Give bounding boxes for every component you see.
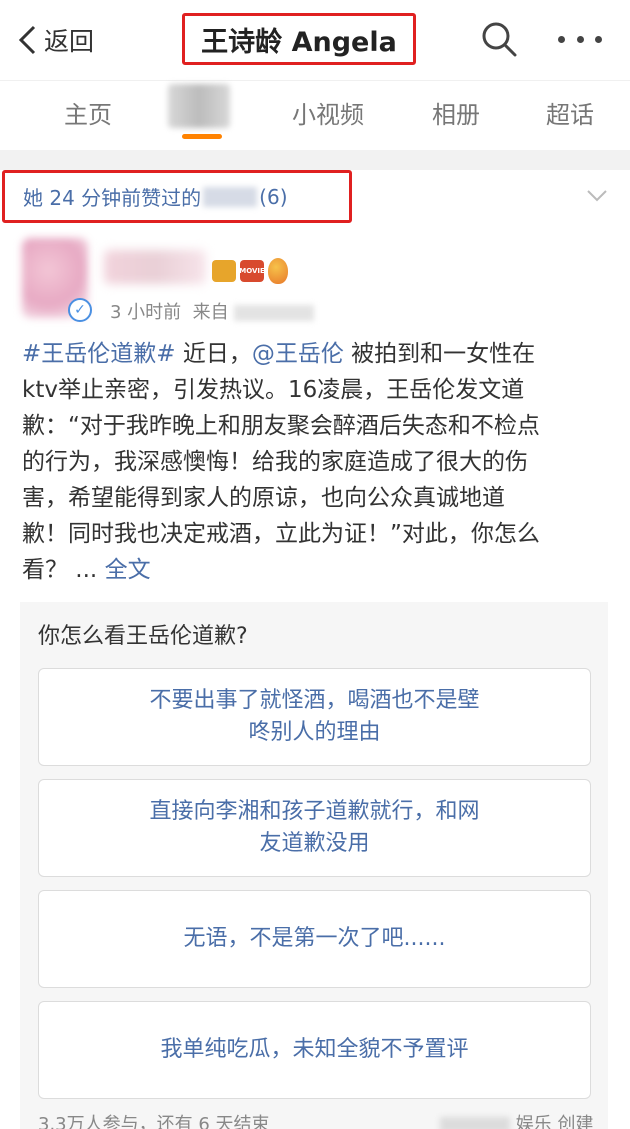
post-body: #王岳伦道歉# 近日，@王岳伦 被拍到和一女性在 ktv举止亲密，引发热议。16… bbox=[22, 336, 612, 588]
poll-option-text: 不要出事了就怪酒，喝酒也不是壁 bbox=[149, 688, 480, 713]
poll-option-2[interactable]: 直接向李湘和孩子道歉就行，和网 友道歉没用 bbox=[38, 779, 591, 877]
tab-home[interactable]: 主页 bbox=[64, 95, 112, 130]
section-divider bbox=[0, 150, 630, 170]
author-name-blurred[interactable] bbox=[104, 250, 206, 284]
full-text-link[interactable]: 全文 bbox=[105, 557, 151, 583]
post-text: 看？ ... bbox=[22, 557, 98, 583]
mention-link[interactable]: @王岳伦 bbox=[252, 341, 344, 367]
blurred-creator bbox=[440, 1117, 510, 1129]
liked-count: (6) bbox=[259, 184, 288, 209]
poll-option-text: 无语，不是第一次了吧...... bbox=[183, 926, 446, 951]
page-title: 王诗龄 Angela bbox=[201, 26, 397, 58]
page-title-box: 王诗龄 Angela bbox=[182, 13, 416, 65]
tab-short-video[interactable]: 小视频 bbox=[292, 95, 364, 130]
back-button[interactable]: 返回 bbox=[16, 20, 94, 60]
post-line: 害，希望能得到家人的原谅，也向公众真诚地道 bbox=[22, 485, 505, 511]
post-line: ktv举止亲密，引发热议。16凌晨，王岳伦发文道 bbox=[22, 377, 525, 403]
profile-tabs: 主页 小视频 相册 超话 bbox=[0, 80, 630, 144]
post-text: 被拍到和一女性在 bbox=[351, 341, 536, 367]
top-bar: 返回 王诗龄 Angela bbox=[0, 0, 630, 80]
blurred-source bbox=[234, 305, 315, 321]
back-label: 返回 bbox=[44, 27, 95, 56]
chevron-down-icon[interactable] bbox=[586, 188, 608, 204]
tab-weibo-blurred[interactable] bbox=[168, 84, 230, 128]
post-meta: 3 小时前 来自 bbox=[110, 298, 315, 324]
user-badges: MOVIE bbox=[212, 258, 288, 284]
post-line: #王岳伦道歉# 近日，@王岳伦 被拍到和一女性在 bbox=[22, 336, 612, 372]
post-source-prefix: 来自 bbox=[192, 302, 229, 323]
post-line: 看？ ... 全文 bbox=[22, 552, 612, 588]
post-line: 的行为，我深感懊悔！给我的家庭造成了很大的伤 bbox=[22, 449, 528, 475]
poll-option-text: 我单纯吃瓜，未知全貌不予置评 bbox=[160, 1037, 469, 1062]
blurred-content bbox=[203, 186, 258, 207]
poll-creator: 娱乐 创建 bbox=[440, 1110, 593, 1129]
post-line: 歉！同时我也决定戒酒，立此为证！”对此，你怎么 bbox=[22, 521, 540, 547]
poll-option-text: 咚别人的理由 bbox=[248, 720, 381, 745]
poll-question: 你怎么看王岳伦道歉? bbox=[38, 624, 248, 649]
post-line: 歉：“对于我昨晚上和朋友聚会醉酒后失态和不检点 bbox=[22, 413, 540, 439]
crown-badge-icon bbox=[212, 260, 236, 282]
poll-option-text: 友道歉没用 bbox=[259, 831, 370, 856]
liked-highlight-box: 她 24 分钟前赞过的 (6) bbox=[2, 170, 352, 223]
movie-badge-icon: MOVIE bbox=[239, 260, 265, 282]
poll-option-4[interactable]: 我单纯吃瓜，未知全貌不予置评 bbox=[38, 1001, 591, 1099]
poll-option-1[interactable]: 不要出事了就怪酒，喝酒也不是壁 咚别人的理由 bbox=[38, 668, 591, 766]
post-text: 近日， bbox=[182, 341, 252, 367]
liked-text: 她 24 分钟前赞过的 bbox=[23, 186, 202, 210]
poll-option-3[interactable]: 无语，不是第一次了吧...... bbox=[38, 890, 591, 988]
more-options-icon[interactable] bbox=[558, 24, 602, 54]
tab-super-topic[interactable]: 超话 bbox=[546, 95, 594, 130]
balloon-badge-icon bbox=[268, 258, 288, 284]
tab-album[interactable]: 相册 bbox=[432, 95, 480, 130]
hashtag-link[interactable]: #王岳伦道歉# bbox=[22, 341, 176, 367]
active-tab-indicator bbox=[182, 134, 222, 139]
search-icon[interactable] bbox=[480, 20, 518, 58]
liked-bar[interactable]: 她 24 分钟前赞过的 (6) bbox=[0, 170, 630, 228]
poll-footer-stats: 3.3万人参与，还有 6 天结束 bbox=[38, 1114, 270, 1129]
poll-creator-label: 娱乐 创建 bbox=[515, 1114, 594, 1129]
verified-badge-icon: ✓ bbox=[68, 298, 92, 322]
poll-option-text: 直接向李湘和孩子道歉就行，和网 bbox=[149, 799, 480, 824]
post-time: 3 小时前 bbox=[110, 302, 182, 323]
chevron-left-icon bbox=[18, 25, 36, 55]
poll-card: 你怎么看王岳伦道歉? 不要出事了就怪酒，喝酒也不是壁 咚别人的理由 直接向李湘和… bbox=[20, 602, 608, 1129]
